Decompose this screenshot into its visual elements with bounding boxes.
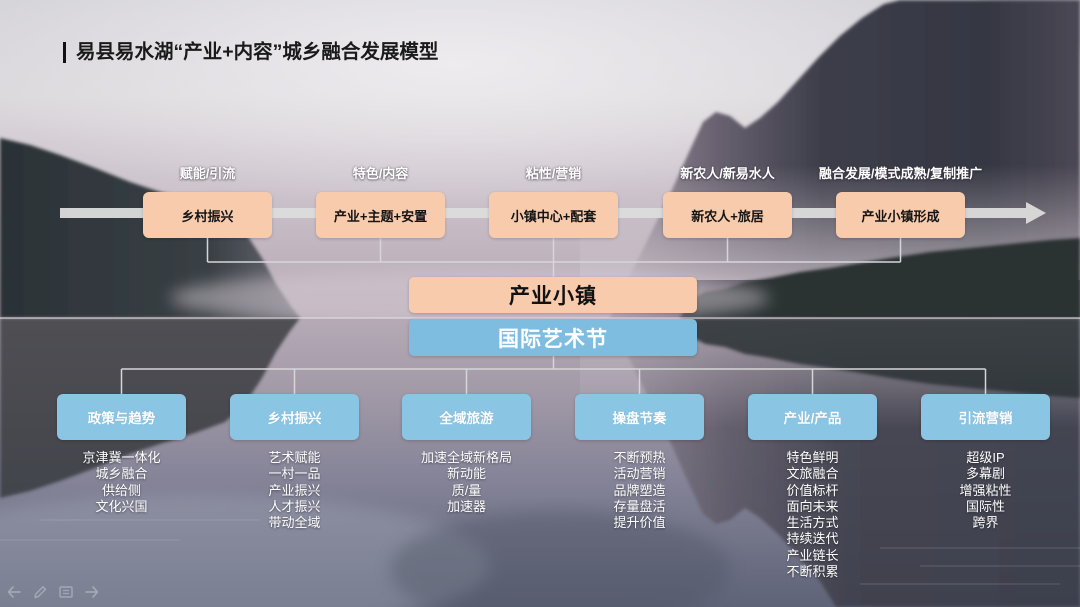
pen-icon[interactable] bbox=[32, 584, 48, 600]
stage-column-4: 新农人/新易水人 新农人+旅居 bbox=[628, 164, 828, 238]
stage-box: 产业小镇形成 bbox=[836, 192, 965, 238]
list-item: 不断积累 bbox=[786, 564, 839, 580]
pillar-column-1: 政策与趋势 京津冀一体化 城乡融合 供给侧 文化兴国 bbox=[42, 394, 202, 515]
pillar-box: 引流营销 bbox=[921, 394, 1050, 440]
stage-column-5: 融合发展/模式成熟/复制推广 产业小镇形成 bbox=[801, 164, 1001, 238]
list-item: 京津冀一体化 bbox=[82, 450, 161, 465]
next-slide-icon[interactable] bbox=[84, 584, 100, 600]
list-item: 存量盘活 bbox=[613, 498, 666, 514]
stage-label: 融合发展/模式成熟/复制推广 bbox=[818, 166, 983, 181]
slide: 易县易水湖“产业+内容”城乡融合发展模型 赋能/引流 乡村振兴 特色/内容 产业… bbox=[0, 0, 1080, 607]
pillar-column-2: 乡村振兴 艺术赋能 一村一品 产业振兴 人才振兴 带动全域 bbox=[215, 394, 375, 531]
list-item: 文化兴国 bbox=[95, 498, 148, 514]
stage-box: 乡村振兴 bbox=[143, 192, 272, 238]
list-item: 城乡融合 bbox=[95, 466, 148, 482]
list-item: 加速全域新格局 bbox=[420, 450, 512, 465]
list-item: 生活方式 bbox=[786, 515, 839, 531]
list-item: 持续迭代 bbox=[786, 531, 839, 547]
list-item: 超级IP bbox=[966, 450, 1005, 465]
slide-menu-icon[interactable] bbox=[58, 584, 74, 600]
list-item: 价值标杆 bbox=[786, 482, 839, 498]
pillar-box: 乡村振兴 bbox=[230, 394, 359, 440]
list-item: 加速器 bbox=[446, 498, 486, 514]
pillar-list: 艺术赋能 一村一品 产业振兴 人才振兴 带动全域 bbox=[215, 450, 375, 531]
pillar-column-4: 操盘节奏 不断预热 活动营销 品牌塑造 存量盘活 提升价值 bbox=[560, 394, 720, 531]
pillar-list: 不断预热 活动营销 品牌塑造 存量盘活 提升价值 bbox=[560, 450, 720, 531]
stage-column-1: 赋能/引流 乡村振兴 bbox=[108, 164, 308, 238]
pillar-box: 政策与趋势 bbox=[57, 394, 186, 440]
slideshow-controls bbox=[6, 584, 100, 600]
stage-column-3: 粘性/营销 小镇中心+配套 bbox=[454, 164, 654, 238]
list-item: 增强粘性 bbox=[959, 482, 1012, 498]
list-item: 活动营销 bbox=[613, 466, 666, 482]
list-item: 带动全域 bbox=[268, 515, 321, 531]
pillar-list: 特色鲜明 文旅融合 价值标杆 面向未来 生活方式 持续迭代 产业链长 不断积累 bbox=[733, 450, 893, 580]
pillar-column-6: 引流营销 超级IP 多幕剧 增强粘性 国际性 跨界 bbox=[906, 394, 1066, 531]
list-item: 新动能 bbox=[446, 466, 486, 482]
stage-label: 新农人/新易水人 bbox=[680, 166, 775, 181]
pillar-box: 全域旅游 bbox=[402, 394, 531, 440]
list-item: 面向未来 bbox=[786, 498, 839, 514]
stage-column-2: 特色/内容 产业+主题+安置 bbox=[281, 164, 481, 238]
stage-label: 特色/内容 bbox=[352, 166, 409, 181]
slide-title: 易县易水湖“产业+内容”城乡融合发展模型 bbox=[76, 41, 439, 63]
stage-label: 粘性/营销 bbox=[525, 166, 582, 181]
stage-box: 产业+主题+安置 bbox=[316, 192, 445, 238]
list-item: 一村一品 bbox=[268, 466, 321, 482]
pillar-connectors bbox=[120, 356, 987, 394]
stage-box: 新农人+旅居 bbox=[663, 192, 792, 238]
list-item: 提升价值 bbox=[613, 515, 666, 531]
pillar-box: 操盘节奏 bbox=[575, 394, 704, 440]
list-item: 质/量 bbox=[451, 482, 482, 498]
pillar-list: 京津冀一体化 城乡融合 供给侧 文化兴国 bbox=[42, 450, 202, 515]
pillar-list: 超级IP 多幕剧 增强粘性 国际性 跨界 bbox=[906, 450, 1066, 531]
list-item: 不断预热 bbox=[613, 450, 666, 465]
pillar-box: 产业/产品 bbox=[748, 394, 877, 440]
list-item: 人才振兴 bbox=[268, 498, 321, 514]
stage-connectors bbox=[206, 238, 902, 277]
title-accent-bar bbox=[63, 42, 66, 63]
list-item: 艺术赋能 bbox=[268, 450, 321, 465]
list-item: 多幕剧 bbox=[965, 466, 1005, 482]
list-item: 跨界 bbox=[972, 515, 999, 531]
pillar-list: 加速全域新格局 新动能 质/量 加速器 bbox=[387, 450, 547, 515]
list-item: 特色鲜明 bbox=[786, 450, 839, 465]
art-festival-box: 国际艺术节 bbox=[409, 319, 697, 356]
list-item: 品牌塑造 bbox=[613, 482, 666, 498]
previous-slide-icon[interactable] bbox=[6, 584, 22, 600]
list-item: 产业振兴 bbox=[268, 482, 321, 498]
list-item: 供给侧 bbox=[101, 482, 141, 498]
industry-town-box: 产业小镇 bbox=[409, 277, 697, 313]
list-item: 产业链长 bbox=[786, 547, 839, 563]
pillar-column-3: 全域旅游 加速全域新格局 新动能 质/量 加速器 bbox=[387, 394, 547, 515]
list-item: 国际性 bbox=[965, 498, 1005, 514]
list-item: 文旅融合 bbox=[786, 466, 839, 482]
stage-box: 小镇中心+配套 bbox=[489, 192, 618, 238]
pillar-column-5: 产业/产品 特色鲜明 文旅融合 价值标杆 面向未来 生活方式 持续迭代 产业链长… bbox=[733, 394, 893, 580]
stage-label: 赋能/引流 bbox=[179, 166, 236, 181]
